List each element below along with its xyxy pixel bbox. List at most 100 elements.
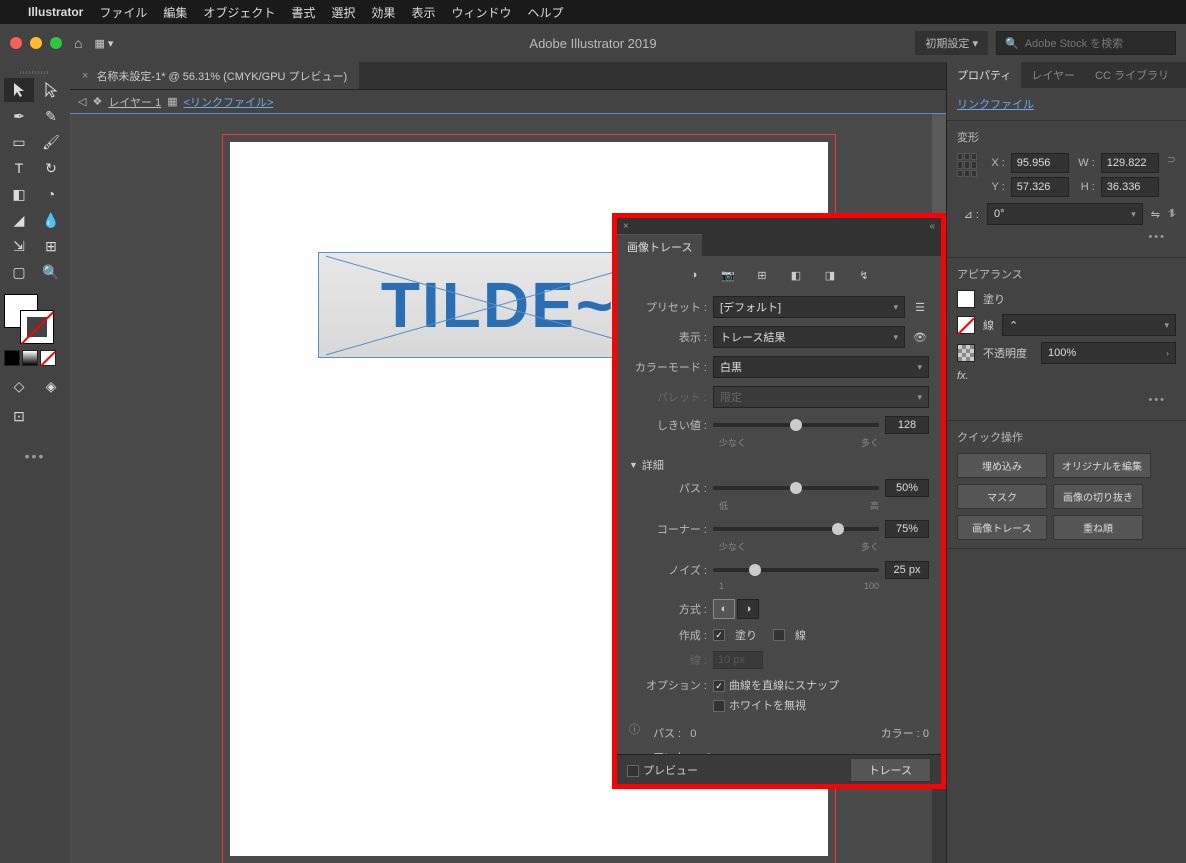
method-abutting-button[interactable]: ◐	[713, 599, 735, 619]
stroke-color-swatch[interactable]	[957, 316, 975, 334]
preset-grayscale-icon[interactable]: ◨	[820, 266, 840, 284]
zoom-tool[interactable]: 🔍	[36, 260, 66, 284]
create-strokes-checkbox[interactable]	[773, 629, 785, 641]
zoom-window-button[interactable]	[50, 37, 62, 49]
document-tab[interactable]: × 名称未設定-1* @ 56.31% (CMYK/GPU プレビュー)	[70, 62, 359, 89]
tab-properties[interactable]: プロパティ	[947, 62, 1021, 88]
link-wh-icon[interactable]: ⊃	[1167, 153, 1176, 166]
y-input[interactable]	[1011, 177, 1069, 197]
paths-slider[interactable]	[713, 486, 879, 490]
tab-layers[interactable]: レイヤー	[1021, 62, 1085, 88]
view-select[interactable]: トレース結果▾	[713, 326, 905, 348]
qa-image-trace-button[interactable]: 画像トレース	[957, 515, 1047, 540]
opacity-input[interactable]: 100%›	[1041, 342, 1176, 364]
minimize-window-button[interactable]	[30, 37, 42, 49]
type-tool[interactable]: T	[4, 156, 34, 180]
rectangle-tool[interactable]: ▭	[4, 130, 34, 154]
menu-type[interactable]: 書式	[291, 4, 315, 21]
flip-v-icon[interactable]: ⥮	[1168, 208, 1176, 221]
menu-window[interactable]: ウィンドウ	[451, 4, 511, 21]
fill-stroke-swatches[interactable]	[4, 294, 54, 344]
reference-point-widget[interactable]	[957, 153, 977, 177]
layers-icon[interactable]: ❖	[92, 95, 102, 108]
menu-edit[interactable]: 編集	[163, 4, 187, 21]
ignore-white-checkbox[interactable]	[713, 700, 725, 712]
qa-embed-button[interactable]: 埋め込み	[957, 453, 1047, 478]
edit-toolbar-button[interactable]: •••	[4, 448, 66, 464]
corners-value[interactable]: 75%	[885, 520, 929, 538]
flip-h-icon[interactable]: ⇋	[1151, 208, 1160, 221]
menu-select[interactable]: 選択	[331, 4, 355, 21]
rotate-tool[interactable]: ↻	[36, 156, 66, 180]
home-icon[interactable]: ⌂	[74, 35, 82, 51]
scale-tool[interactable]: ⇲	[4, 234, 34, 258]
menu-view[interactable]: 表示	[411, 4, 435, 21]
qa-mask-button[interactable]: マスク	[957, 484, 1047, 509]
noise-value[interactable]: 25 px	[885, 561, 929, 579]
threshold-slider[interactable]	[713, 423, 879, 427]
w-input[interactable]	[1101, 153, 1159, 173]
preview-checkbox[interactable]	[627, 765, 639, 777]
pen-tool[interactable]: ✒	[4, 104, 34, 128]
qa-arrange-button[interactable]: 重ね順	[1053, 515, 1143, 540]
create-fills-checkbox[interactable]	[713, 629, 725, 641]
appearance-more-icon[interactable]: •••	[957, 388, 1176, 412]
tab-close-icon[interactable]: ×	[82, 70, 88, 82]
x-input[interactable]	[1011, 153, 1069, 173]
curvature-tool[interactable]: ✎	[36, 104, 66, 128]
stroke-weight-input[interactable]: ⌃▾	[1002, 314, 1176, 336]
breadcrumb-linkfile[interactable]: <リンクファイル>	[184, 94, 274, 110]
draw-mode-normal[interactable]: ◇	[4, 374, 34, 398]
eraser-tool[interactable]: ◧	[4, 182, 34, 206]
stock-search-input[interactable]: 🔍 Adobe Stock を検索	[996, 31, 1176, 55]
corners-slider[interactable]	[713, 527, 879, 531]
trace-button[interactable]: トレース	[850, 758, 931, 782]
method-overlapping-button[interactable]: ◑	[737, 599, 759, 619]
qa-crop-image-button[interactable]: 画像の切り抜き	[1053, 484, 1143, 509]
breadcrumb-layer[interactable]: レイヤー 1	[108, 94, 161, 110]
view-toggle-icon[interactable]: 👁	[911, 331, 929, 344]
threshold-value[interactable]: 128	[885, 416, 929, 434]
color-mode-btn[interactable]	[4, 350, 20, 366]
preset-auto-icon[interactable]: ◑	[684, 266, 704, 284]
transform-more-icon[interactable]: •••	[957, 225, 1176, 249]
app-name[interactable]: Illustrator	[28, 5, 83, 19]
fx-icon[interactable]: fx.	[957, 370, 969, 382]
preset-lowfidelity-icon[interactable]: ⊞	[752, 266, 772, 284]
colormode-select[interactable]: 白黒▾	[713, 356, 929, 378]
gradient-mode-btn[interactable]	[22, 350, 38, 366]
menu-help[interactable]: ヘルプ	[527, 4, 563, 21]
paths-value[interactable]: 50%	[885, 479, 929, 497]
free-transform-tool[interactable]: ⊞	[36, 234, 66, 258]
panel-titlebar[interactable]: × «	[617, 218, 941, 234]
snap-curves-checkbox[interactable]	[713, 680, 725, 692]
none-mode-btn[interactable]	[40, 350, 56, 366]
noise-slider[interactable]	[713, 568, 879, 572]
preset-3color-icon[interactable]: ◧	[786, 266, 806, 284]
workspace-switcher[interactable]: 初期設定 ▾	[915, 31, 988, 55]
menu-file[interactable]: ファイル	[99, 4, 147, 21]
details-toggle[interactable]: ▼詳細	[629, 457, 929, 473]
link-file-label[interactable]: リンクファイル	[957, 99, 1034, 111]
preset-highfidelity-icon[interactable]: 📷	[718, 266, 738, 284]
arrange-documents-icon[interactable]: ▦ ▾	[94, 37, 113, 50]
qa-edit-original-button[interactable]: オリジナルを編集	[1053, 453, 1151, 478]
preset-menu-icon[interactable]: ☰	[911, 301, 929, 314]
close-window-button[interactable]	[10, 37, 22, 49]
panel-close-icon[interactable]: ×	[623, 221, 629, 232]
selection-tool[interactable]	[4, 78, 34, 102]
paintbrush-tool[interactable]: 🖌	[36, 130, 66, 154]
back-icon[interactable]: ◁	[78, 95, 86, 108]
direct-selection-tool[interactable]	[36, 78, 66, 102]
h-input[interactable]	[1101, 177, 1159, 197]
fill-color-swatch[interactable]	[957, 290, 975, 308]
draw-mode-behind[interactable]: ◈	[36, 374, 66, 398]
preset-select[interactable]: [デフォルト]▾	[713, 296, 905, 318]
eyedropper-tool[interactable]: 💧	[36, 208, 66, 232]
artboard-tool[interactable]: ▢	[4, 260, 34, 284]
screen-mode-button[interactable]: ⊡	[4, 404, 34, 428]
menu-effect[interactable]: 効果	[371, 4, 395, 21]
tab-cc-libraries[interactable]: CC ライブラリ	[1085, 62, 1179, 88]
panel-tab-title[interactable]: 画像トレース	[617, 234, 702, 259]
panel-collapse-icon[interactable]: «	[929, 221, 935, 232]
